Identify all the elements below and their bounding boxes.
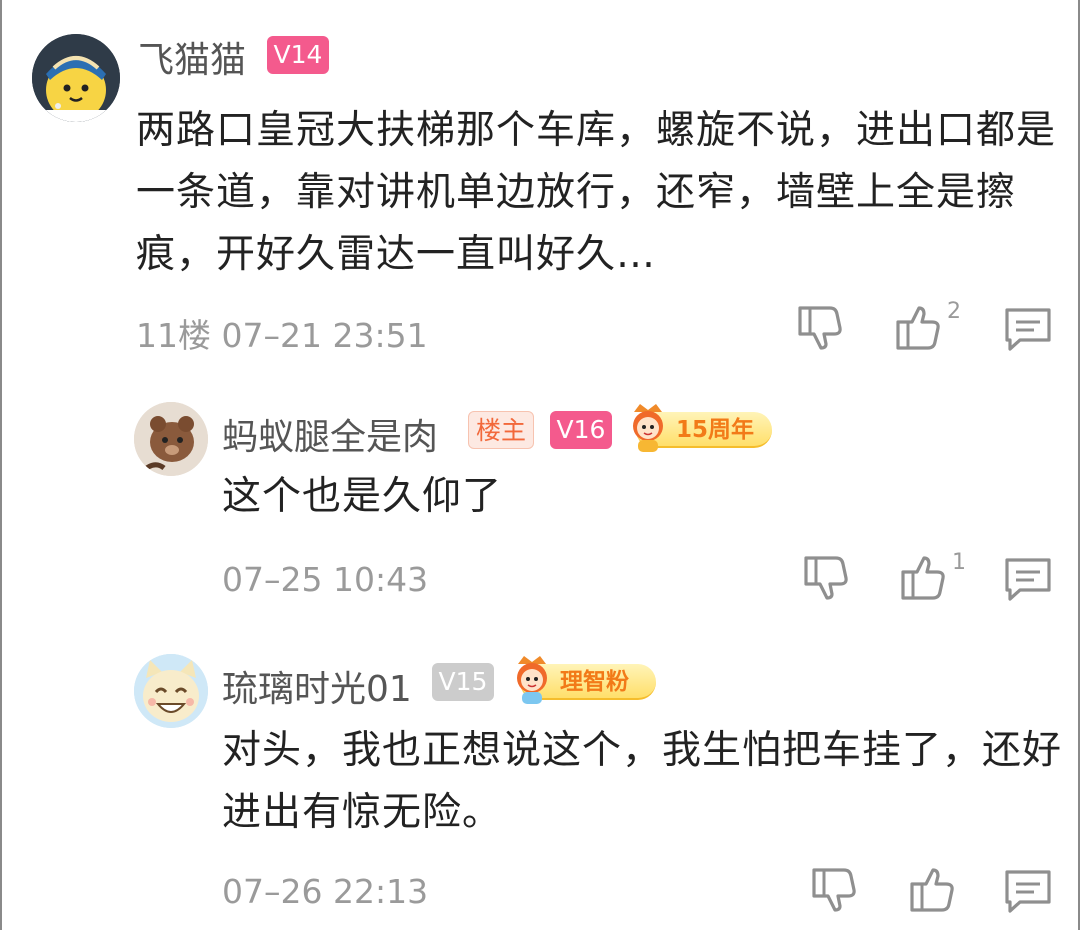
fan-badge-label: 理智粉 [560,669,629,695]
mascot-icon [517,656,547,704]
dislike-icon[interactable] [808,862,860,914]
like-count: 2 [947,299,961,324]
username[interactable]: 蚂蚁腿全是肉 [222,408,438,460]
comment-text: 对头，我也正想说这个，我生怕把车挂了，还好进出有惊无险。 [222,728,1063,835]
smiling-cat-avatar-icon [134,654,208,728]
avatar[interactable] [134,654,208,728]
like-icon[interactable] [897,552,949,604]
anniversary-badge: 15周年 [633,404,772,452]
mascot-icon [633,404,663,452]
owner-badge: 楼主 [468,411,534,449]
comment-time: 07–26 22:13 [222,872,429,911]
comment-meta: 11楼 07–21 23:51 [136,309,428,357]
avatar[interactable] [134,402,208,476]
floor-number: 11楼 [136,316,211,355]
comment-text: 这个也是久仰了 [222,474,503,519]
anniversary-badge-label: 15周年 [676,417,755,443]
cat-pearl-earring-avatar-icon [32,34,120,122]
window-left-edge [0,0,2,930]
dislike-icon[interactable] [794,300,846,352]
username[interactable]: 飞猫猫 [138,31,246,83]
plush-toy-avatar-icon [134,402,208,476]
level-badge: V14 [267,36,329,74]
reply-icon[interactable] [1002,304,1054,356]
comment-text: 两路口皇冠大扶梯那个车库，螺旋不说，进出口都是一条道，靠对讲机单边放行，还窄，墙… [136,108,1057,277]
reply-icon[interactable] [1002,554,1054,606]
username[interactable]: 琉璃时光01 [222,660,412,712]
dislike-icon[interactable] [800,550,852,602]
reply-icon[interactable] [1002,866,1054,918]
comment-time: 07–21 23:51 [221,316,428,355]
level-badge: V15 [432,663,494,701]
like-icon[interactable] [892,302,944,354]
comment-time: 07–25 10:43 [222,560,429,599]
fan-badge: 理智粉 [517,656,656,704]
like-icon[interactable] [906,864,958,916]
like-count: 1 [952,550,966,575]
level-badge: V16 [550,411,612,449]
avatar[interactable] [32,34,120,122]
